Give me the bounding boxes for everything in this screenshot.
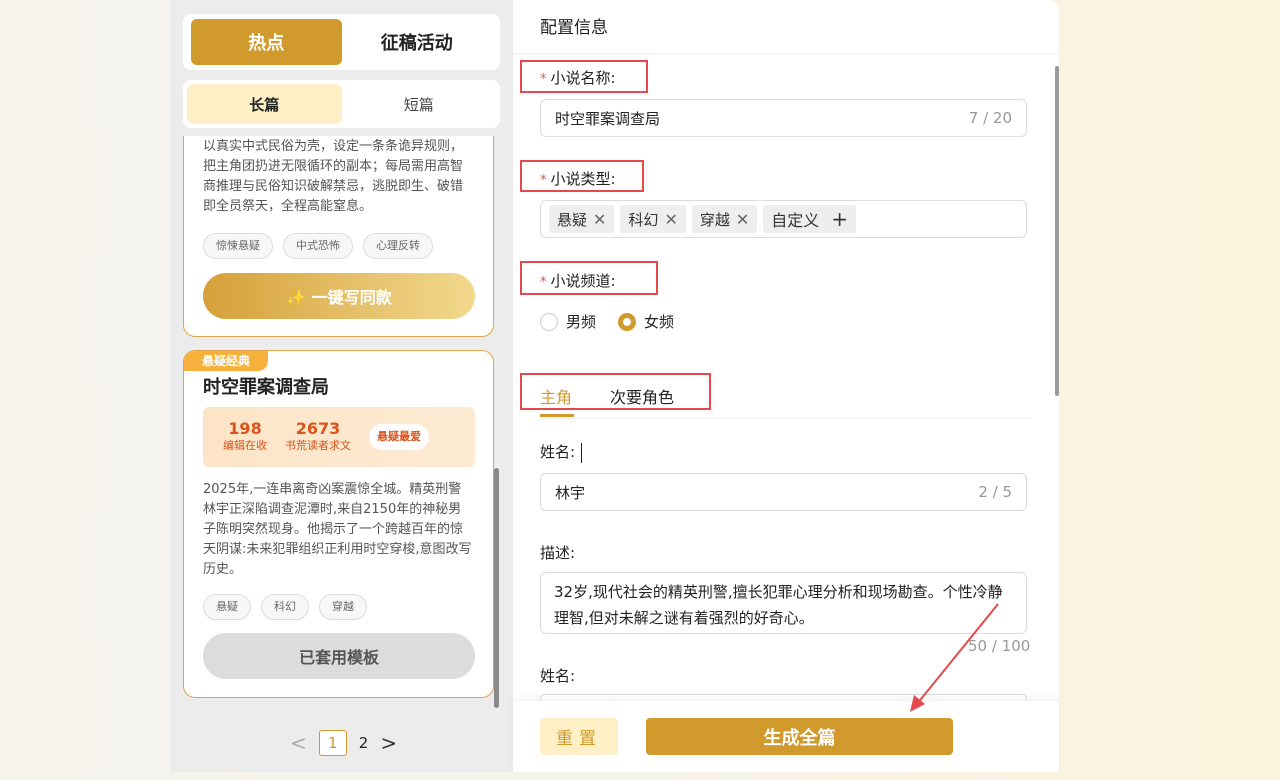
generate-button[interactable]: 生成全篇 [646,718,953,755]
input-value: 林宇 [555,483,586,502]
write-same-button[interactable]: ✨ 一键写同款 [203,273,475,319]
char-count: 2 / 5 [978,483,1012,501]
type-chip: 悬疑 ✕ [549,205,615,233]
novel-name-input[interactable]: 时空罪案调查局 7 / 20 [540,99,1027,137]
close-icon[interactable]: ✕ [593,210,606,229]
stat-label: 编辑在收 [223,439,267,452]
stat-label: 书荒读者求文 [285,439,351,452]
tag: 心理反转 [363,233,433,259]
length-tabs: 长篇 短篇 [183,80,500,128]
stat-readers: 2673 书荒读者求文 [285,420,351,454]
text-cursor [581,442,583,463]
channel-radio-group: 男频 女频 [540,311,674,332]
second-name-label: 姓名: [540,667,576,685]
reset-button[interactable]: 重置 [540,718,618,755]
chip-label: 科幻 [628,210,659,229]
radio-male[interactable]: 男频 [540,311,596,332]
chip-label: 穿越 [699,210,730,229]
applied-template-button[interactable]: 已套用模板 [203,633,475,679]
label-text: 小说类型: [550,170,616,188]
type-chip: 穿越 ✕ [691,205,758,233]
tab-short[interactable]: 短篇 [342,84,497,124]
divider [540,418,1030,419]
tag: 悬疑 [203,594,251,620]
description-label: 描述: [540,544,576,562]
card-tags: 悬疑 科幻 穿越 [184,594,386,620]
panel-title: 配置信息 [513,0,1059,54]
page-2[interactable]: 2 [359,734,369,752]
card-title: 时空罪案调查局 [203,377,329,398]
stat-value: 198 [228,419,262,438]
input-value: 时空罪案调查局 [555,109,661,128]
tab-secondary-character[interactable]: 次要角色 [610,384,674,408]
tab-hot[interactable]: 热点 [191,19,342,65]
main-tabs: 热点 征稿活动 [183,14,500,70]
active-tab-indicator [540,414,574,417]
scrollbar[interactable] [494,468,499,708]
chip-label: 自定义 [771,211,820,230]
radio-label: 男频 [566,313,597,331]
tag: 穿越 [319,594,367,620]
description-textarea[interactable]: 32岁,现代社会的精英刑警,擅长犯罪心理分析和现场勘查。个性冷静理智,但对未解之… [540,572,1027,634]
template-card: 以真实中式民俗为壳，设定一条条诡异规则，把主角团扔进无限循环的副本；每局需用高智… [183,136,494,337]
category-badge: 悬疑经典 [184,351,269,371]
tag: 惊悚悬疑 [203,233,273,259]
novel-channel-label: * 小说频道: [540,272,616,290]
type-chip: 科幻 ✕ [620,205,686,233]
stat-value: 2673 [295,419,341,438]
pagination: < 1 2 > [290,730,397,756]
chip-label: 悬疑 [557,210,588,229]
radio-label: 女频 [644,313,675,331]
novel-type-label: * 小说类型: [540,170,616,188]
tag: 科幻 [261,594,309,620]
stats-box: 198 编辑在收 2673 书荒读者求文 悬疑最爱 [203,407,475,467]
role-tabs: 主角 次要角色 [540,384,674,408]
template-sidebar: 热点 征稿活动 长篇 短篇 以真实中式民俗为壳，设定一条条诡异规则，把主角团扔进… [170,0,513,772]
stat-editors: 198 编辑在收 [223,420,267,454]
template-card-list: 以真实中式民俗为壳，设定一条条诡异规则，把主角团扔进无限循环的副本；每局需用高智… [183,136,494,702]
plus-icon: + [831,207,849,231]
label-text: 姓名: [540,443,576,461]
page-1[interactable]: 1 [318,730,347,756]
custom-type-button[interactable]: 自定义 + [763,205,857,233]
char-count: 7 / 20 [968,109,1012,127]
action-bar: 重置 生成全篇 [513,700,1059,772]
card-description: 以真实中式民俗为壳，设定一条条诡异规则，把主角团扔进无限循环的副本；每局需用高智… [203,139,464,214]
label-text: 小说频道: [550,272,616,290]
radio-checked-icon [618,312,637,331]
tab-main-character[interactable]: 主角 [540,384,572,408]
character-name-input[interactable]: 林宇 2 / 5 [540,473,1027,511]
description-char-count: 50 / 100 [968,637,1031,655]
card-tags: 惊悚悬疑 中式恐怖 心理反转 [184,233,452,259]
novel-name-label: * 小说名称: [540,69,616,87]
tab-long[interactable]: 长篇 [187,84,342,124]
stat-pill: 悬疑最爱 [369,424,429,450]
prev-page-icon[interactable]: < [290,731,307,755]
template-card: 悬疑经典 时空罪案调查局 198 编辑在收 2673 书荒读者求文 悬疑最爱 2… [183,350,494,698]
close-icon[interactable]: ✕ [736,210,749,229]
radio-icon [540,312,558,331]
radio-female[interactable]: 女频 [618,311,674,332]
character-name-label: 姓名: [540,441,583,463]
novel-type-select[interactable]: 悬疑 ✕ 科幻 ✕ 穿越 ✕ 自定义 + [540,200,1027,238]
next-page-icon[interactable]: > [380,731,397,755]
card-description: 2025年,一连串离奇凶案震惊全城。精英刑警林宇正深陷调查泥潭时,来自2150年… [203,482,472,577]
label-text: 小说名称: [550,69,616,87]
scrollbar[interactable] [1055,66,1059,396]
close-icon[interactable]: ✕ [664,210,677,229]
tag: 中式恐怖 [283,233,353,259]
config-panel: 配置信息 * 小说名称: 时空罪案调查局 7 / 20 * 小说类型: 悬疑 ✕ 科幻… [513,0,1059,772]
tab-submission[interactable]: 征稿活动 [342,19,493,65]
